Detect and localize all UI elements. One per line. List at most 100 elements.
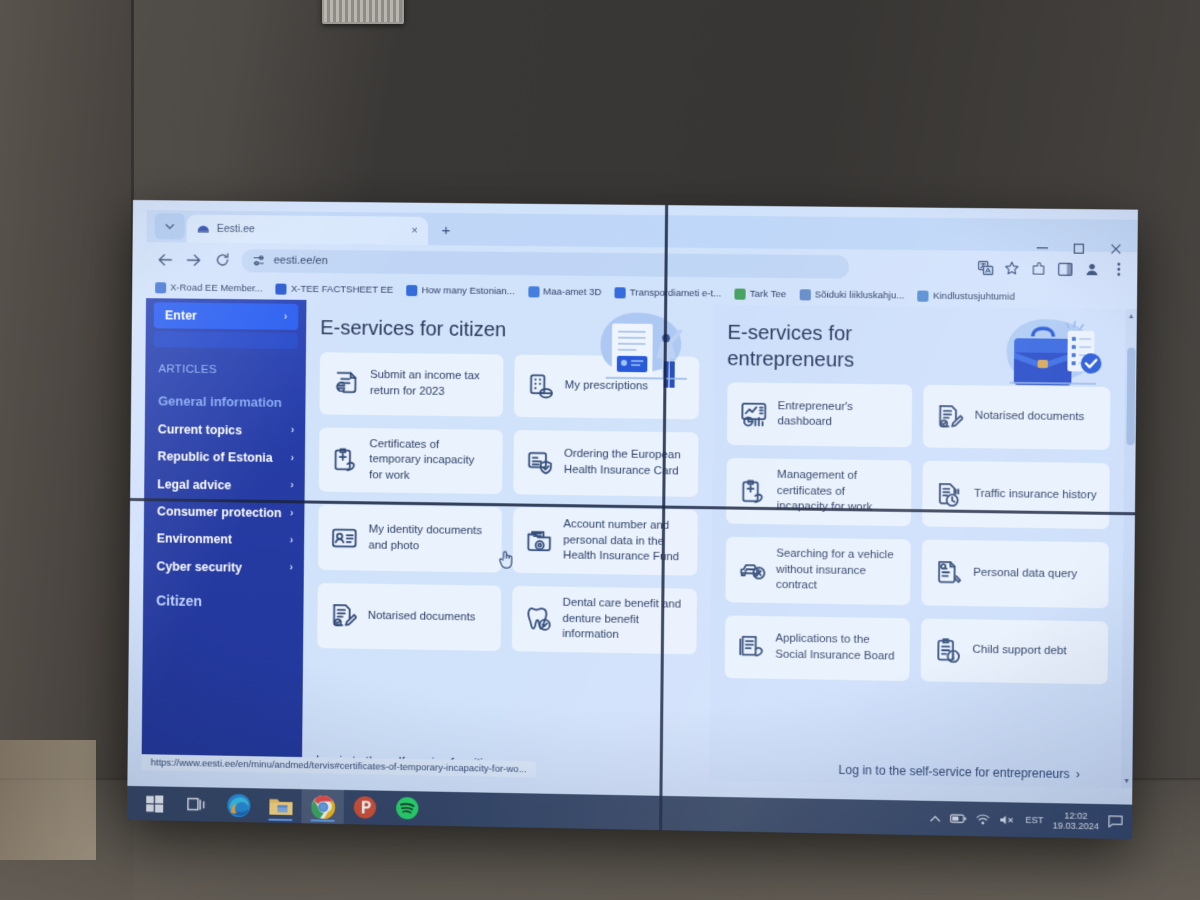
clock-date: 19.03.2024 (1052, 820, 1100, 832)
new-tab-button[interactable]: + (434, 218, 458, 242)
sidebar-item-label: Current topics (157, 422, 243, 438)
scrollbar-thumb[interactable] (1126, 347, 1136, 446)
maximize-button[interactable] (1061, 237, 1096, 260)
volume-muted-icon[interactable] (1000, 814, 1017, 825)
bookmark-item[interactable]: X-TEE FACTSHEET EE (275, 283, 394, 296)
running-indicator (310, 819, 335, 822)
task-view-button[interactable] (175, 787, 217, 822)
signed-document-icon (330, 603, 356, 629)
service-card[interactable]: Notarised documents (317, 582, 502, 651)
sidebar-secondary-button[interactable] (153, 331, 299, 349)
database-icon (614, 286, 626, 298)
chrome-button[interactable] (301, 789, 344, 825)
entrepreneur-login-link[interactable]: Log in to the self-service for entrepren… (838, 763, 1080, 782)
minimize-button[interactable] (1024, 237, 1059, 260)
service-columns: E-services for citizen Submit an income … (301, 299, 1137, 789)
service-card[interactable]: Entrepreneur's dashboard (726, 382, 913, 448)
profile-icon[interactable] (1084, 261, 1101, 277)
sidebar-item-republic-of-estonia[interactable]: Republic of Estonia › (144, 444, 305, 474)
document-euro-icon (333, 370, 359, 396)
side-panel-icon[interactable] (1057, 261, 1074, 277)
bookmark-star-icon[interactable] (1004, 260, 1021, 276)
service-card[interactable]: Submit an income tax return for 2023 (319, 351, 504, 417)
service-card-label: My identity documents and photo (368, 523, 483, 552)
sidebar-item-cyber-security[interactable]: Cyber security › (143, 553, 304, 583)
tray-overflow-icon[interactable] (930, 815, 941, 822)
service-card[interactable]: Account number and personal data in the … (512, 507, 698, 576)
service-card[interactable]: Personal data query (921, 539, 1109, 608)
wifi-icon[interactable] (976, 813, 990, 824)
bookmark-item[interactable]: How many Estonian... (406, 284, 515, 297)
bookmark-item[interactable]: Sõiduki liikluskahju... (799, 288, 904, 301)
sidebar-item-current-topics[interactable]: Current topics › (145, 416, 306, 446)
site-sidebar: Enter › ARTICLES General information Cur… (141, 298, 307, 774)
air-vent (322, 0, 404, 24)
spotify-button[interactable] (386, 791, 429, 826)
bookmark-item[interactable]: Kindlustusjuhtumid (917, 290, 1015, 302)
bookmark-item[interactable]: Maa-amet 3D (527, 285, 601, 298)
entrepreneur-services-column: E-services for entrepreneurs Entrepreneu… (708, 304, 1126, 789)
service-card[interactable]: Ordering the European Health Insurance C… (513, 429, 699, 498)
window-controls (1024, 237, 1133, 260)
bookmark-item[interactable]: X-Road EE Member... (155, 281, 263, 294)
tune-icon[interactable] (253, 254, 266, 267)
service-card[interactable]: Applications to the Social Insurance Boa… (724, 615, 911, 681)
car-cross-icon (738, 556, 765, 583)
sidebar-item-label: Legal advice (157, 477, 232, 493)
chevron-right-icon: › (283, 311, 288, 323)
address-bar-text: eesti.ee/en (273, 254, 328, 268)
service-card-label: Traffic insurance history (973, 487, 1097, 502)
service-card[interactable]: Searching for a vehicle without insuranc… (724, 536, 912, 605)
forward-button[interactable] (183, 250, 203, 270)
translate-icon[interactable] (977, 260, 994, 276)
powerpoint-button[interactable] (344, 790, 387, 825)
map-icon (527, 285, 540, 297)
clipboard-info-icon (934, 637, 961, 664)
extensions-icon[interactable] (1030, 260, 1047, 276)
scroll-up-arrow[interactable]: ▲ (1125, 310, 1136, 322)
enter-button[interactable]: Enter › (153, 302, 299, 330)
battery-icon[interactable] (950, 813, 967, 823)
bookmark-label: X-TEE FACTSHEET EE (290, 283, 394, 296)
reload-button[interactable] (212, 250, 232, 270)
enter-button-label: Enter (164, 308, 197, 323)
service-card[interactable]: Certificates of temporary incapacity for… (318, 427, 503, 495)
sidebar-heading: General information (158, 393, 282, 410)
address-bar[interactable]: eesti.ee/en (241, 248, 850, 279)
service-card[interactable]: Management of certificates of incapacity… (725, 458, 912, 527)
clipboard-health-icon (332, 447, 358, 473)
entrepreneur-service-cards: Entrepreneur's dashboard Notarised docume… (724, 382, 1111, 685)
bookmark-label: X-Road EE Member... (170, 281, 263, 294)
service-card[interactable]: My identity documents and photo (317, 504, 502, 573)
status-bar-url-text: https://www.eesti.ee/en/minu/andmed/terv… (150, 756, 527, 775)
web-page: Enter › ARTICLES General information Cur… (141, 298, 1137, 789)
sidebar-item-environment[interactable]: Environment › (144, 526, 305, 556)
notification-icon[interactable] (1108, 815, 1123, 827)
service-card[interactable]: Dental care benefit and denture benefit … (511, 585, 697, 655)
service-card[interactable]: Traffic insurance history (922, 460, 1110, 530)
sidebar-item-label: Environment (156, 531, 233, 547)
close-window-button[interactable] (1098, 238, 1133, 261)
back-button[interactable] (154, 249, 174, 269)
running-indicator (268, 818, 293, 822)
close-tab-icon[interactable]: × (407, 225, 422, 237)
tab-search-button[interactable] (154, 213, 185, 240)
service-card-label: Applications to the Social Insurance Boa… (775, 632, 895, 663)
service-card[interactable]: Child support debt (920, 618, 1109, 685)
language-indicator[interactable]: EST (1025, 815, 1043, 825)
chevron-right-icon: › (290, 425, 295, 437)
more-menu-icon[interactable] (1110, 261, 1127, 277)
taskbar-clock[interactable]: 12:02 19.03.2024 (1053, 810, 1100, 832)
service-card-label: Dental care benefit and denture benefit … (562, 596, 682, 642)
start-button[interactable] (133, 786, 175, 821)
clock-time: 12:02 (1064, 810, 1088, 821)
sidebar-item-legal-advice[interactable]: Legal advice › (144, 471, 305, 501)
bookmark-item[interactable]: Transpordiameti e-t... (614, 286, 721, 299)
edge-button[interactable] (217, 788, 259, 823)
bookmark-item[interactable]: Tark Tee (734, 288, 786, 300)
file-explorer-button[interactable] (259, 788, 302, 823)
scroll-down-arrow[interactable]: ▼ (1121, 775, 1132, 787)
browser-tab[interactable]: Eesti.ee × (186, 214, 429, 246)
bookmark-label: How many Estonian... (421, 284, 515, 297)
card-shield-icon (526, 449, 553, 476)
